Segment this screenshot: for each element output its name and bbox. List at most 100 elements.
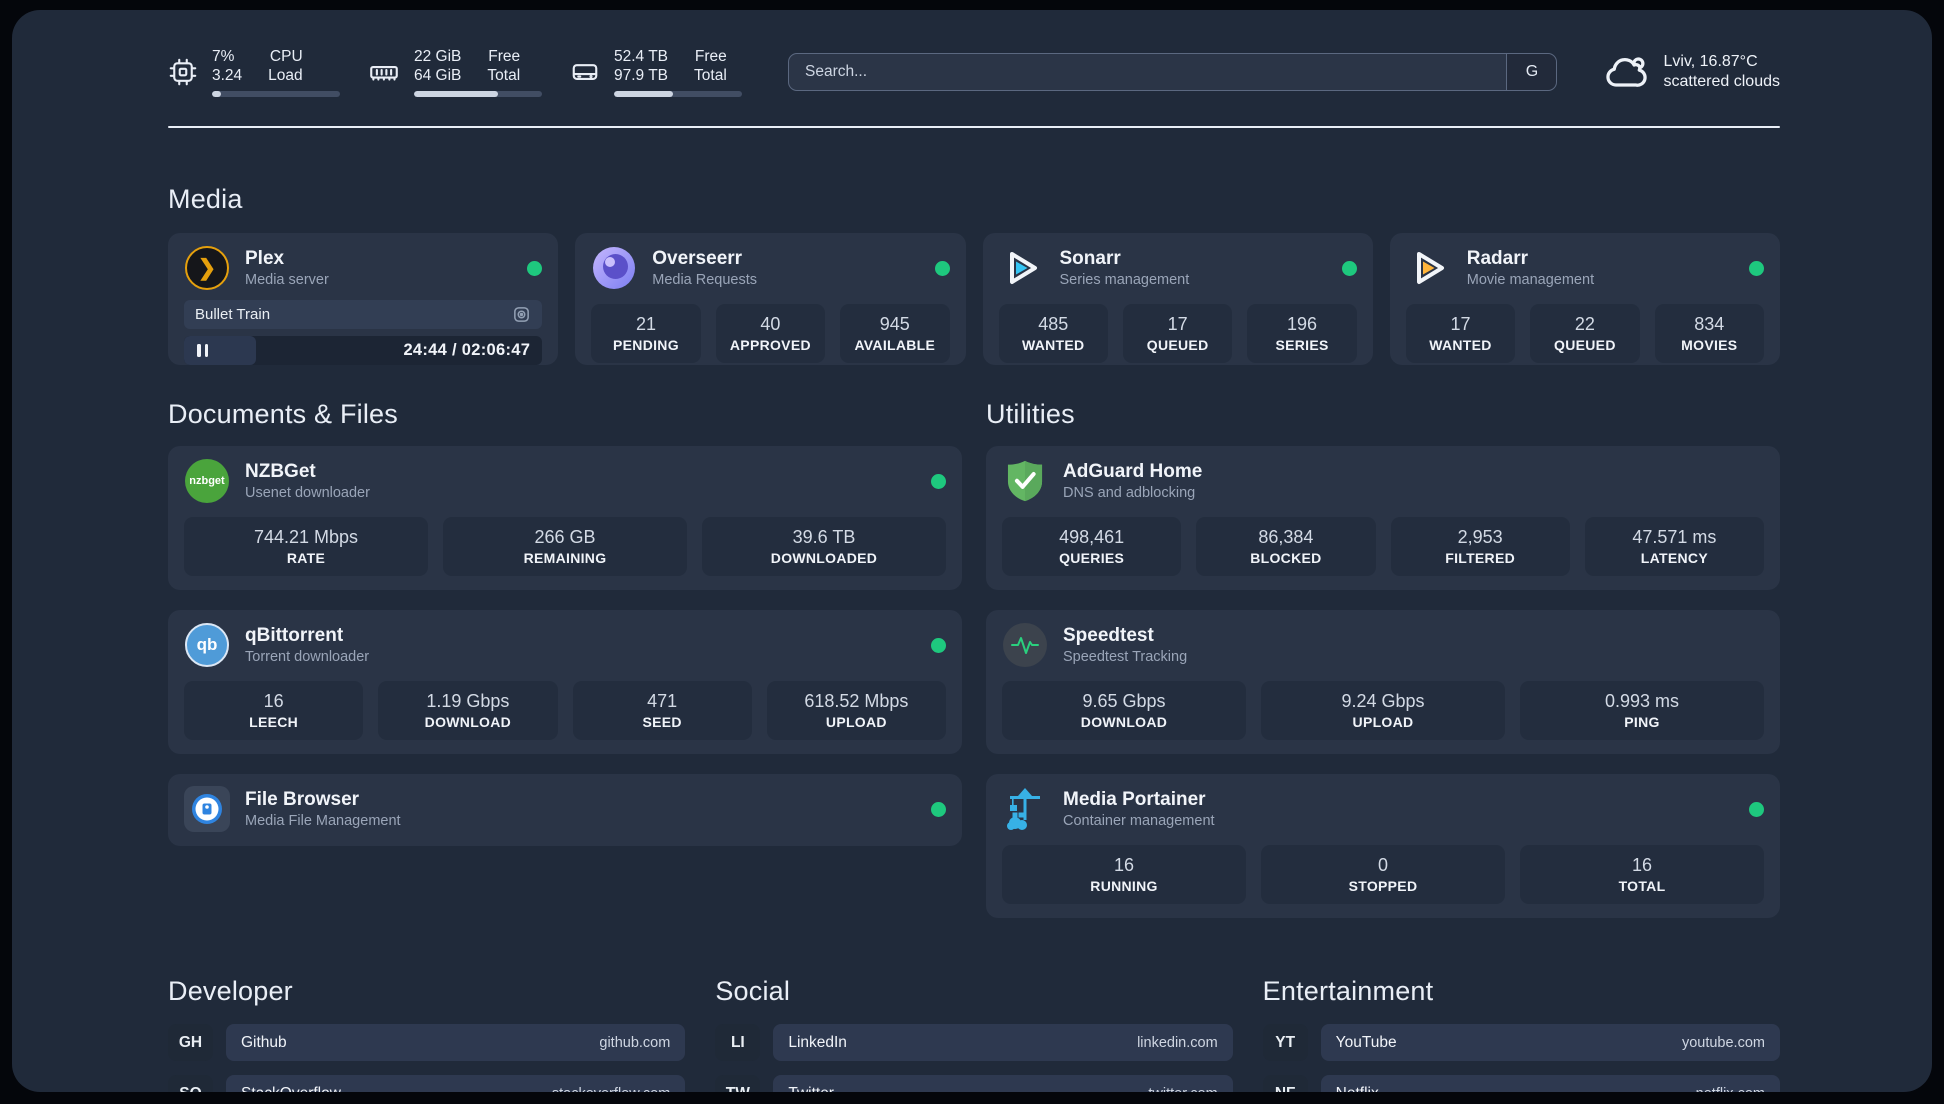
player-progress-bar: 24:44 / 02:06:47	[184, 336, 543, 365]
camera-icon[interactable]	[512, 305, 531, 324]
now-playing-title: Bullet Train	[195, 306, 271, 323]
app-card-qbittorrent[interactable]: qb qBittorrent Torrent downloader 16 LEE…	[168, 610, 962, 754]
stat-tile: 16 LEECH	[184, 681, 364, 740]
weather-location-temp: Lviv, 16.87°C	[1663, 53, 1758, 70]
stat-tile: 2,953 FILTERED	[1390, 517, 1570, 576]
bookmark-name: LinkedIn	[788, 1033, 847, 1051]
app-card-sonarr[interactable]: Sonarr Series management 485 WANTED 17 Q…	[982, 233, 1373, 365]
stat-tile: 485 WANTED	[998, 304, 1108, 363]
stat-tile: 9.24 Gbps UPLOAD	[1261, 681, 1505, 740]
filebrowser-icon	[184, 786, 230, 832]
bookmark-tag: YT	[1262, 1024, 1308, 1061]
bookmark-url: netflix.com	[1696, 1086, 1765, 1093]
app-card-overseerr[interactable]: Overseerr Media Requests 21 PENDING 40 A…	[575, 233, 966, 365]
section-heading-developer: Developer	[168, 976, 293, 1006]
memory-label-1: Free	[488, 48, 521, 65]
bookmark-netflix[interactable]: NF Netflix netflix.com	[1262, 1075, 1780, 1093]
bookmark-name: Twitter	[788, 1085, 834, 1093]
cpu-label-2: Load	[268, 67, 303, 84]
bookmark-name: Netflix	[1336, 1085, 1379, 1093]
search-input[interactable]	[788, 53, 1558, 91]
app-card-adguard[interactable]: AdGuard Home DNS and adblocking 498,461 …	[986, 446, 1780, 590]
stat-tile: 266 GB REMAINING	[443, 517, 687, 576]
app-card-plex[interactable]: ❯ Plex Media server Bullet Train 24:44 /…	[168, 233, 559, 365]
dashboard: 7% 3.24 CPU Load 22 GiB 64 GiB Free Tota…	[12, 10, 1932, 1092]
section-heading-media: Media	[168, 184, 243, 214]
memory-monitor: 22 GiB 64 GiB Free Total	[368, 47, 542, 97]
app-title: Plex	[245, 247, 285, 269]
app-subtitle: Usenet downloader	[245, 484, 370, 501]
app-card-speedtest[interactable]: Speedtest Speedtest Tracking 9.65 Gbps D…	[986, 610, 1780, 754]
bookmark-stackoverflow[interactable]: SO StackOverflow stackoverflow.com	[168, 1075, 686, 1093]
status-dot	[934, 260, 950, 276]
media-grid: ❯ Plex Media server Bullet Train 24:44 /…	[168, 233, 1780, 365]
stat-tile: 16 RUNNING	[1002, 845, 1246, 904]
app-subtitle: Media File Management	[245, 812, 401, 829]
disk-icon	[570, 57, 600, 87]
bookmark-youtube[interactable]: YT YouTube youtube.com	[1262, 1024, 1780, 1061]
stat-tile: 0 STOPPED	[1261, 845, 1505, 904]
stat-tile: 834 MOVIES	[1654, 304, 1765, 363]
cpu-icon	[168, 57, 198, 87]
bookmark-url: youtube.com	[1681, 1034, 1765, 1051]
app-subtitle: DNS and adblocking	[1063, 484, 1196, 501]
bookmark-url: twitter.com	[1148, 1086, 1217, 1093]
app-card-radarr[interactable]: Radarr Movie management 17 WANTED 22 QUE…	[1389, 233, 1780, 365]
cpu-load-value: 3.24	[212, 67, 243, 84]
weather-widget: Lviv, 16.87°C scattered clouds	[1603, 52, 1780, 92]
bookmark-twitter[interactable]: TW Twitter twitter.com	[715, 1075, 1233, 1093]
memory-icon	[368, 57, 400, 87]
bookmark-tag: TW	[715, 1075, 761, 1092]
app-subtitle: Container management	[1063, 812, 1215, 829]
stat-tile: 945 AVAILABLE	[840, 304, 950, 363]
disk-progress-bar	[614, 91, 742, 97]
app-subtitle: Media Requests	[652, 271, 758, 288]
disk-free: 52.4 TB	[614, 48, 669, 65]
search-engine-button[interactable]: G	[1506, 54, 1557, 90]
status-dot	[931, 637, 946, 653]
app-title: AdGuard Home	[1063, 460, 1203, 482]
search-bar: G	[788, 53, 1558, 91]
app-title: File Browser	[245, 788, 360, 810]
cpu-progress-bar	[212, 91, 340, 97]
app-card-filebrowser[interactable]: File Browser Media File Management	[168, 774, 962, 846]
disk-total: 97.9 TB	[614, 67, 669, 84]
app-card-portainer[interactable]: Media Portainer Container management 16 …	[986, 774, 1780, 918]
memory-progress-bar	[414, 91, 542, 97]
memory-free: 22 GiB	[414, 48, 462, 65]
app-card-nzbget[interactable]: nzbget NZBGet Usenet downloader 744.21 M…	[168, 446, 962, 590]
cloud-icon	[1603, 53, 1649, 91]
now-playing-bar: Bullet Train	[184, 300, 543, 329]
app-title: Radarr	[1466, 247, 1528, 269]
stat-tile: 16 TOTAL	[1520, 845, 1764, 904]
status-dot	[1341, 260, 1357, 276]
disk-label-1: Free	[694, 48, 727, 65]
bookmark-url: stackoverflow.com	[552, 1086, 670, 1093]
app-title: NZBGet	[245, 460, 316, 482]
adguard-icon	[1002, 458, 1048, 504]
stat-tile: 21 PENDING	[591, 304, 701, 363]
status-dot	[931, 801, 946, 817]
nzbget-icon: nzbget	[184, 458, 230, 504]
bookmark-url: github.com	[599, 1034, 671, 1051]
bookmark-name: Github	[241, 1033, 287, 1051]
stat-tile: 196 SERIES	[1247, 304, 1357, 363]
section-heading-utilities: Utilities	[986, 399, 1075, 429]
bookmark-name: StackOverflow	[241, 1085, 341, 1093]
status-dot	[1749, 260, 1764, 276]
playback-time: 24:44 / 02:06:47	[403, 341, 531, 359]
app-title: Sonarr	[1059, 247, 1121, 269]
pause-button[interactable]	[184, 344, 221, 357]
disk-label-2: Total	[694, 67, 727, 84]
bookmark-linkedin[interactable]: LI LinkedIn linkedin.com	[715, 1024, 1233, 1061]
stat-tile: 17 WANTED	[1405, 304, 1516, 363]
speedtest-icon	[1002, 622, 1048, 668]
bookmark-github[interactable]: GH Github github.com	[168, 1024, 686, 1061]
stat-tile: 498,461 QUERIES	[1002, 517, 1182, 576]
stat-tile: 22 QUEUED	[1530, 304, 1640, 363]
stat-tile: 744.21 Mbps RATE	[184, 517, 428, 576]
memory-label-2: Total	[487, 67, 521, 84]
stat-tile: 618.52 Mbps UPLOAD	[766, 681, 946, 740]
top-bar: 7% 3.24 CPU Load 22 GiB 64 GiB Free Tota…	[168, 40, 1780, 104]
status-dot	[527, 260, 543, 276]
